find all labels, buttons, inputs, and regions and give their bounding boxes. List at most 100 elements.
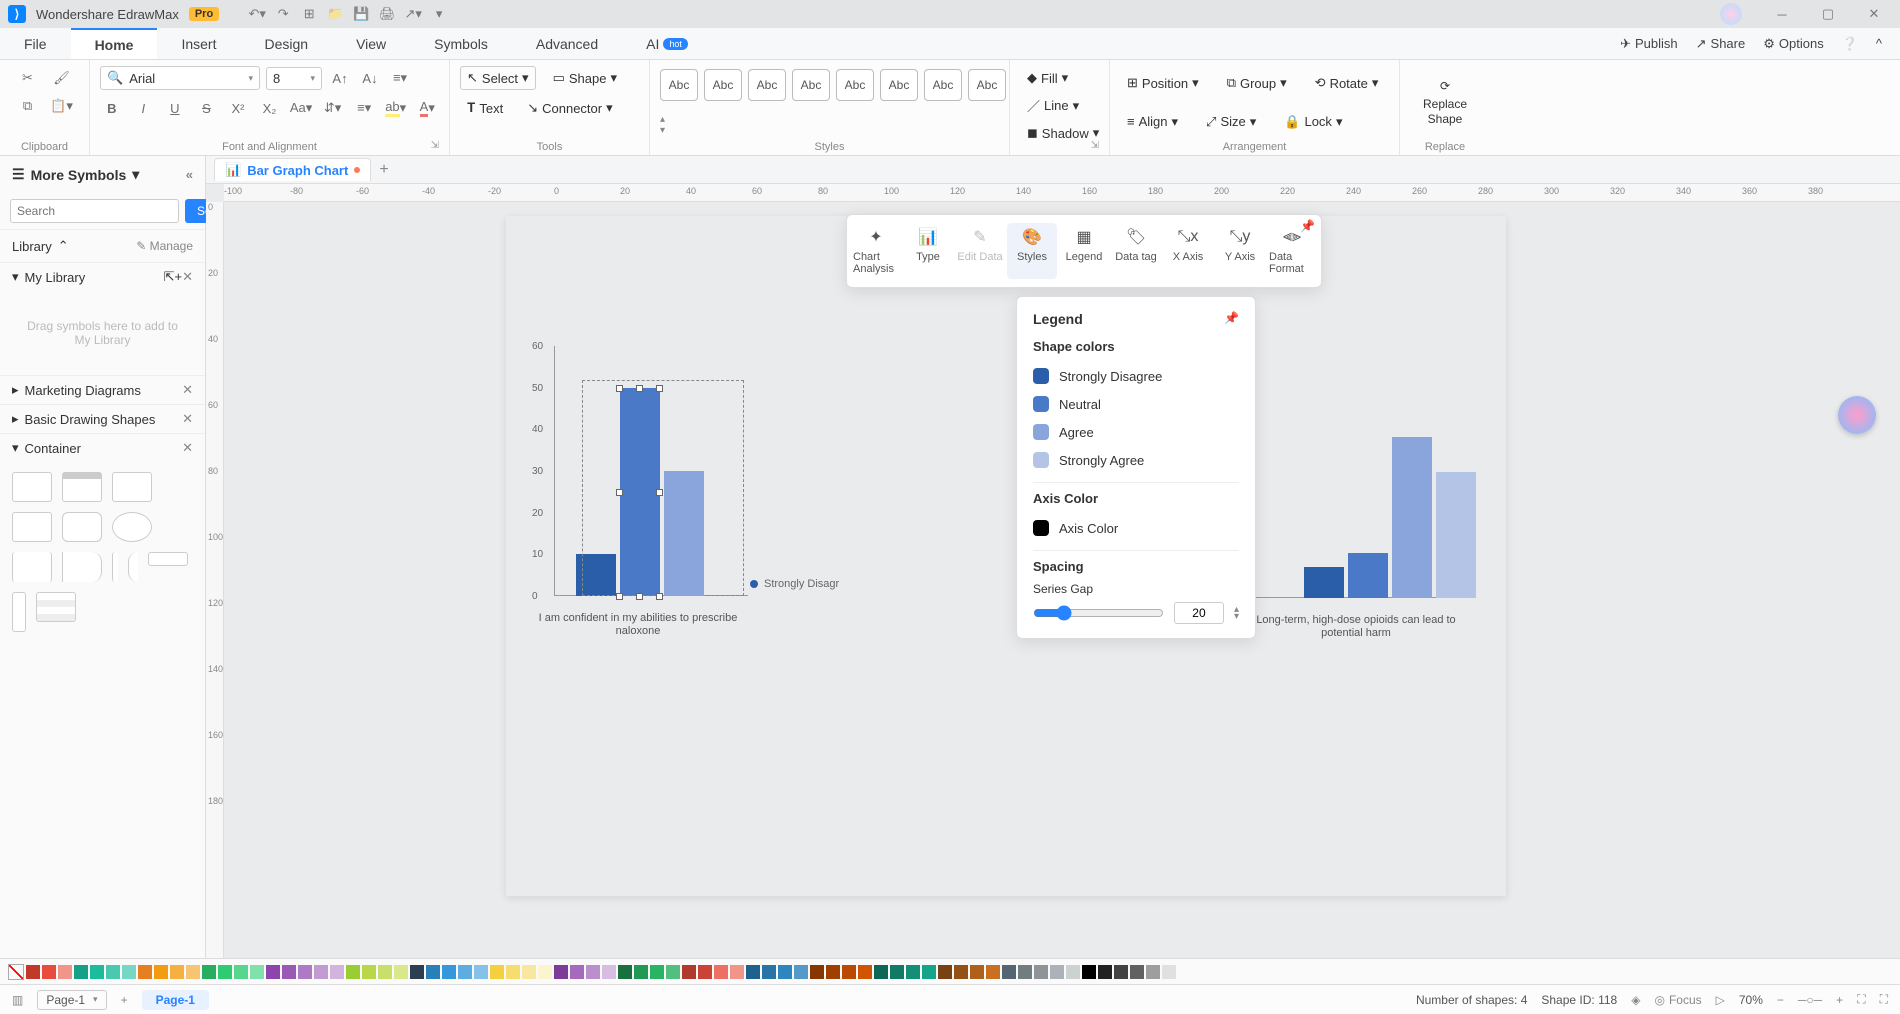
shape-tool-button[interactable]: ▭ Shape ▾ (546, 66, 624, 90)
color-swatch[interactable] (698, 965, 712, 979)
color-swatch[interactable] (842, 965, 856, 979)
color-swatch[interactable] (74, 965, 88, 979)
color-swatch[interactable] (90, 965, 104, 979)
focus-button[interactable]: ◎ Focus (1654, 993, 1701, 1007)
case-icon[interactable]: Aa▾ (289, 96, 313, 120)
color-swatch[interactable] (506, 965, 520, 979)
align-text-icon[interactable]: ≡▾ (388, 66, 412, 90)
fit-page-icon[interactable]: ⛶ (1857, 992, 1865, 1007)
color-swatch[interactable] (858, 965, 872, 979)
font-size-select[interactable]: 8▾ (266, 67, 322, 90)
color-swatch[interactable] (1098, 965, 1112, 979)
font-dialog-icon[interactable]: ⇲ (431, 140, 439, 151)
color-swatch[interactable] (378, 965, 392, 979)
style-preset[interactable]: Abc (924, 69, 962, 101)
chart-2[interactable]: Long-term, high-dose opioids can lead to… (1256, 388, 1456, 628)
shape-item[interactable] (112, 472, 152, 502)
shadow-button[interactable]: ◼ Shadow ▾ (1020, 121, 1099, 145)
shape-item[interactable] (112, 552, 118, 582)
ai-fab-button[interactable] (1838, 396, 1876, 434)
color-swatch[interactable] (346, 965, 360, 979)
shape-item[interactable] (112, 512, 152, 542)
color-swatch[interactable] (522, 965, 536, 979)
shrink-font-icon[interactable]: A↓ (358, 66, 382, 90)
series-gap-slider[interactable] (1033, 605, 1164, 621)
bullets-icon[interactable]: ≡▾ (352, 96, 376, 120)
color-swatch[interactable] (906, 965, 920, 979)
style-preset[interactable]: Abc (968, 69, 1006, 101)
chart-tool-chart-analysis[interactable]: ✦Chart Analysis (851, 223, 901, 279)
color-swatch[interactable] (874, 965, 888, 979)
highlight-icon[interactable]: ab▾ (384, 96, 408, 120)
chart-bar[interactable] (1436, 472, 1476, 598)
zoom-slider[interactable]: ─○─ (1798, 993, 1822, 1007)
style-preset[interactable]: Abc (704, 69, 742, 101)
subscript-icon[interactable]: X₂ (258, 96, 282, 120)
color-swatch[interactable] (650, 965, 664, 979)
shape-item[interactable] (62, 512, 102, 542)
chart-tool-styles[interactable]: 🎨Styles (1007, 223, 1057, 279)
color-swatch[interactable] (1050, 965, 1064, 979)
section-close-icon[interactable]: ✕ (182, 411, 193, 427)
color-swatch[interactable] (810, 965, 824, 979)
line-spacing-icon[interactable]: ⇵▾ (321, 96, 345, 120)
color-swatch[interactable] (570, 965, 584, 979)
color-swatch[interactable] (42, 965, 56, 979)
styles-more-icon[interactable]: ▴▾ (660, 114, 665, 136)
color-swatch[interactable] (730, 965, 744, 979)
fill-button[interactable]: ◆ Fill ▾ (1020, 66, 1099, 90)
color-swatch[interactable] (314, 965, 328, 979)
open-icon[interactable]: 📁 (327, 6, 343, 22)
color-swatch[interactable] (682, 965, 696, 979)
color-swatch[interactable] (538, 965, 552, 979)
paste-icon[interactable]: 📋▾ (50, 94, 74, 118)
group-button[interactable]: ⧉ Group▾ (1220, 71, 1294, 95)
chart-tool-legend[interactable]: ▦Legend (1059, 223, 1109, 279)
help-icon[interactable]: ❔ (1842, 36, 1858, 52)
publish-button[interactable]: ✈ Publish (1620, 36, 1678, 52)
chart-1[interactable]: I am confident in my abilities to prescr… (528, 346, 748, 626)
legend-series-row[interactable]: Strongly Disagree (1033, 362, 1239, 390)
color-swatch[interactable] (714, 965, 728, 979)
font-color-icon[interactable]: A▾ (415, 96, 439, 120)
print-icon[interactable]: 🖨 (379, 6, 395, 22)
menu-tab-advanced[interactable]: Advanced (512, 28, 622, 59)
shape-item[interactable] (36, 592, 76, 622)
shape-item[interactable] (12, 512, 52, 542)
menu-tab-home[interactable]: Home (71, 28, 158, 59)
menu-tab-file[interactable]: File (0, 28, 71, 59)
color-swatch[interactable] (282, 965, 296, 979)
color-swatch[interactable] (122, 965, 136, 979)
line-button[interactable]: ／ Line ▾ (1020, 92, 1099, 119)
add-page-icon[interactable]: + (121, 993, 128, 1007)
new-doc-tab-icon[interactable]: + (379, 161, 388, 179)
shape-item[interactable] (128, 552, 138, 582)
menu-tab-insert[interactable]: Insert (157, 28, 240, 59)
shape-item[interactable] (148, 552, 188, 566)
color-swatch[interactable] (618, 965, 632, 979)
color-swatch[interactable] (986, 965, 1000, 979)
strike-icon[interactable]: S (195, 96, 219, 120)
chart-tool-data-tag[interactable]: 🏷Data tag (1111, 223, 1161, 279)
legend-pin-icon[interactable]: 📌 (1224, 311, 1239, 327)
cut-icon[interactable]: ✂ (16, 66, 40, 90)
color-swatch[interactable] (298, 965, 312, 979)
chart-bar[interactable] (664, 471, 704, 596)
color-swatch[interactable] (170, 965, 184, 979)
color-swatch[interactable] (970, 965, 984, 979)
select-tool-button[interactable]: ↖ Select ▾ (460, 66, 536, 90)
section-close-icon[interactable]: ✕ (182, 440, 193, 456)
menu-tab-view[interactable]: View (332, 28, 410, 59)
color-swatch[interactable] (586, 965, 600, 979)
text-tool-button[interactable]: 𝐓 Text (460, 96, 510, 120)
align-button[interactable]: ≡ Align▾ (1120, 110, 1185, 134)
color-swatch[interactable] (138, 965, 152, 979)
symbol-search-input[interactable] (10, 199, 179, 223)
pin-icon[interactable]: 📌 (1300, 219, 1315, 233)
series-gap-input[interactable] (1174, 602, 1224, 624)
maximize-icon[interactable]: ▢ (1810, 2, 1846, 26)
color-swatch[interactable] (330, 965, 344, 979)
color-swatch[interactable] (442, 965, 456, 979)
color-swatch[interactable] (634, 965, 648, 979)
color-swatch[interactable] (250, 965, 264, 979)
